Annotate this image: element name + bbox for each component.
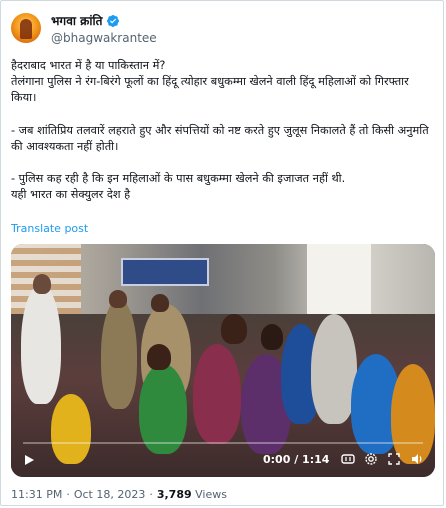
tweet-text: हैदराबाद भारत में है या पाकिस्तान में? त… [11,58,437,203]
video-progress-bar[interactable] [23,442,423,444]
tweet-date[interactable]: Oct 18, 2023 [74,488,146,501]
play-icon[interactable] [23,454,35,466]
tweet-line: यही भारत का सेक्युलर देश है [11,188,131,202]
settings-gear-icon[interactable] [364,452,378,466]
fullscreen-icon[interactable] [387,452,401,466]
video-time: 0:00 / 1:14 [263,453,330,466]
author-name-row: भगवा क्रांति [51,12,120,29]
tweet-line: - जब शांतिप्रिय तलवारें लहराते हुए और सं… [11,123,433,153]
author-handle[interactable]: @bhagwakrantee [51,31,157,45]
tweet-line: हैदराबाद भारत में है या पाकिस्तान में? [11,59,166,72]
tweet-line: तेलंगाना पुलिस ने रंग-बिरंगे फूलों का हि… [11,75,413,105]
avatar-figure-icon [20,19,32,39]
tweet-line: - पुलिस कह रही है कि इन महिलाओं के पास ब… [11,172,346,186]
author-name[interactable]: भगवा क्रांति [51,12,102,29]
volume-icon[interactable] [410,452,424,466]
captions-icon[interactable] [341,452,355,466]
verified-badge-icon [107,14,120,27]
tweet-time[interactable]: 11:31 PM [11,488,62,501]
video-player[interactable]: 0:00 / 1:14 [11,244,435,477]
translate-post-link[interactable]: Translate post [11,222,88,235]
tweet-meta: 11:31 PM · Oct 18, 2023 · 3,789 Views [11,488,227,501]
views-label: Views [195,488,227,501]
tweet-card: भगवा क्रांति @bhagwakrantee हैदराबाद भार… [0,0,444,506]
avatar[interactable] [11,13,41,43]
views-count: 3,789 [156,488,192,501]
